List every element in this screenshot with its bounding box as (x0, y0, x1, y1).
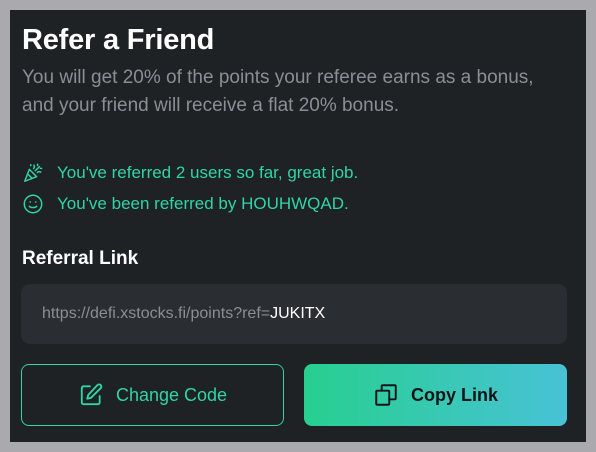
copy-link-label: Copy Link (410, 384, 498, 405)
referred-by-text: You've been referred by HOUHWQAD. (57, 194, 349, 213)
change-code-label: Change Code (115, 384, 228, 405)
party-popper-icon (22, 162, 44, 184)
referral-link-base: https://defi.xstocks.fi/points?ref= (42, 305, 271, 322)
copy-link-button[interactable]: Copy Link (304, 364, 567, 426)
edit-icon (78, 382, 104, 408)
change-code-button[interactable]: Change Code (21, 364, 284, 426)
refer-card: Refer a Friend You will get 20% of the p… (10, 10, 586, 442)
page-title: Refer a Friend (22, 24, 215, 56)
referral-link-field[interactable]: https://defi.xstocks.fi/points?ref= JUKIT… (21, 284, 567, 344)
copy-icon (373, 382, 399, 408)
referral-code: JUKITX (270, 305, 326, 322)
smiley-icon (22, 193, 44, 215)
referred-by-status: You've been referred by HOUHWQAD. (22, 193, 349, 215)
refer-description: You will get 20% of the points your refe… (22, 67, 534, 116)
referral-link-label: Referral Link (22, 248, 139, 269)
referred-count-status: You've referred 2 users so far, great jo… (22, 162, 358, 184)
referred-count-text: You've referred 2 users so far, great jo… (57, 163, 359, 182)
